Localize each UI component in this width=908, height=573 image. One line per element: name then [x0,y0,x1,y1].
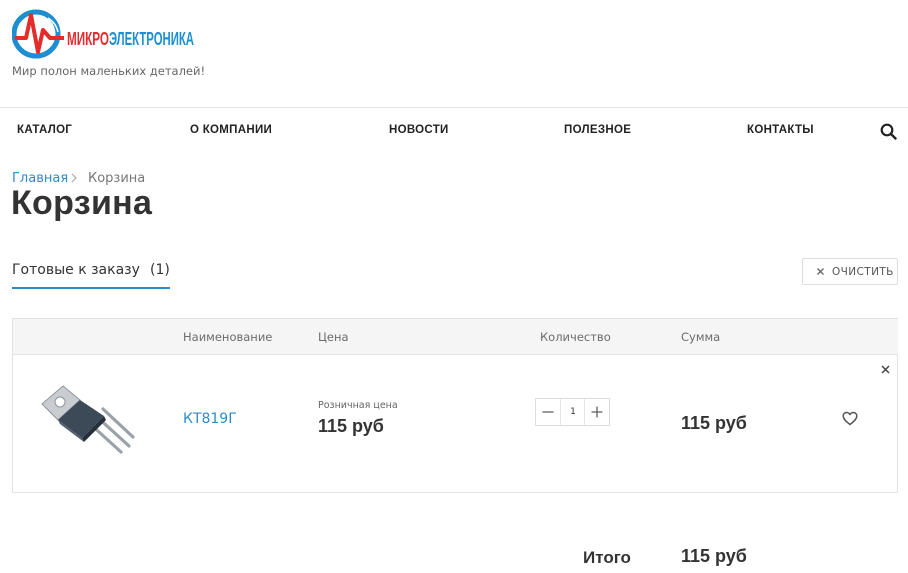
clear-cart-label: ОЧИСТИТЬ [832,266,894,278]
tab-ready-to-order[interactable]: Готовые к заказу (1) [12,260,170,289]
total-value: 115 руб [681,546,747,566]
retail-price-label: Розничная цена [318,400,398,411]
nav-item-useful[interactable]: ПОЛЕЗНОЕ [564,124,631,136]
nav-item-catalog[interactable]: КАТАЛОГ [17,124,72,136]
row-sum: 115 руб [681,413,747,433]
remove-item-icon[interactable] [881,365,890,374]
total-label: Итого [583,548,631,567]
page-title: Корзина [11,184,153,222]
brand-name-red: МИКРО [67,29,109,49]
minus-icon [542,411,554,413]
plus-icon [591,406,603,418]
column-header-quantity: Количество [540,330,611,344]
product-image[interactable] [36,382,136,470]
quantity-input[interactable] [561,399,585,425]
cart-table-header [13,319,898,355]
quantity-increase-button[interactable] [584,399,609,425]
search-icon[interactable] [880,123,897,140]
nav-item-about[interactable]: О КОМПАНИИ [190,124,272,136]
heart-icon[interactable] [842,411,858,426]
brand-logo[interactable]: МИКРО ЭЛЕКТРОНИКА [12,8,202,60]
column-header-sum: Сумма [681,330,721,344]
nav-item-news[interactable]: НОВОСТИ [389,124,449,136]
tab-ready-count: (1) [150,262,170,278]
product-price: 115 руб [318,416,384,436]
clear-cart-button[interactable]: ОЧИСТИТЬ [802,258,898,285]
quantity-stepper [535,398,610,426]
chevron-right-icon [71,173,77,183]
column-header-name: Наименование [183,330,273,344]
tab-ready-label: Готовые к заказу [12,262,140,278]
close-icon [817,268,824,275]
nav-item-contacts[interactable]: КОНТАКТЫ [747,124,814,136]
column-header-price: Цена [318,330,349,344]
brand-name-blue: ЭЛЕКТРОНИКА [109,29,194,49]
quantity-decrease-button[interactable] [536,399,561,425]
header-divider [0,107,908,108]
product-name-link[interactable]: КТ819Г [183,411,237,427]
brand-tagline: Мир полон маленьких деталей! [12,64,206,78]
